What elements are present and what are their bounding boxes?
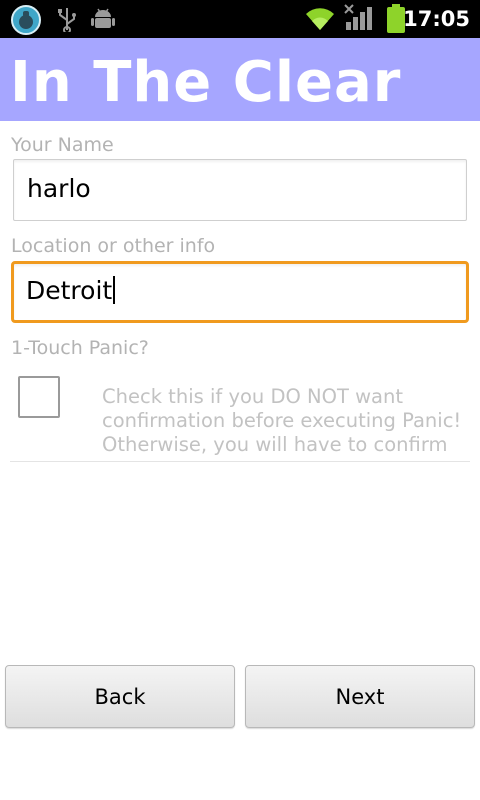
panic-label: 1-Touch Panic? <box>11 337 149 359</box>
android-debug-icon <box>91 8 115 28</box>
wifi-icon <box>306 8 334 30</box>
usb-icon <box>58 8 76 32</box>
name-label: Your Name <box>11 134 114 156</box>
app-title-bar: In The Clear <box>0 38 480 121</box>
text-cursor <box>113 276 116 304</box>
back-button[interactable]: Back <box>5 665 235 728</box>
status-bar: 17:05 <box>0 0 480 38</box>
location-input-value: Detroit <box>26 276 113 305</box>
panic-checkbox[interactable] <box>18 376 60 418</box>
app-notification-icon <box>11 5 41 35</box>
name-input[interactable]: harlo <box>13 159 467 221</box>
next-button[interactable]: Next <box>245 665 475 728</box>
divider <box>10 461 470 462</box>
status-clock: 17:05 <box>403 7 470 31</box>
location-label: Location or other info <box>11 235 216 257</box>
location-input[interactable]: Detroit <box>11 261 469 323</box>
app-title: In The Clear <box>10 50 402 115</box>
panic-hint: Check this if you DO NOT want confirmati… <box>102 385 462 456</box>
signal-icon <box>344 4 372 30</box>
name-input-value: harlo <box>27 174 91 203</box>
